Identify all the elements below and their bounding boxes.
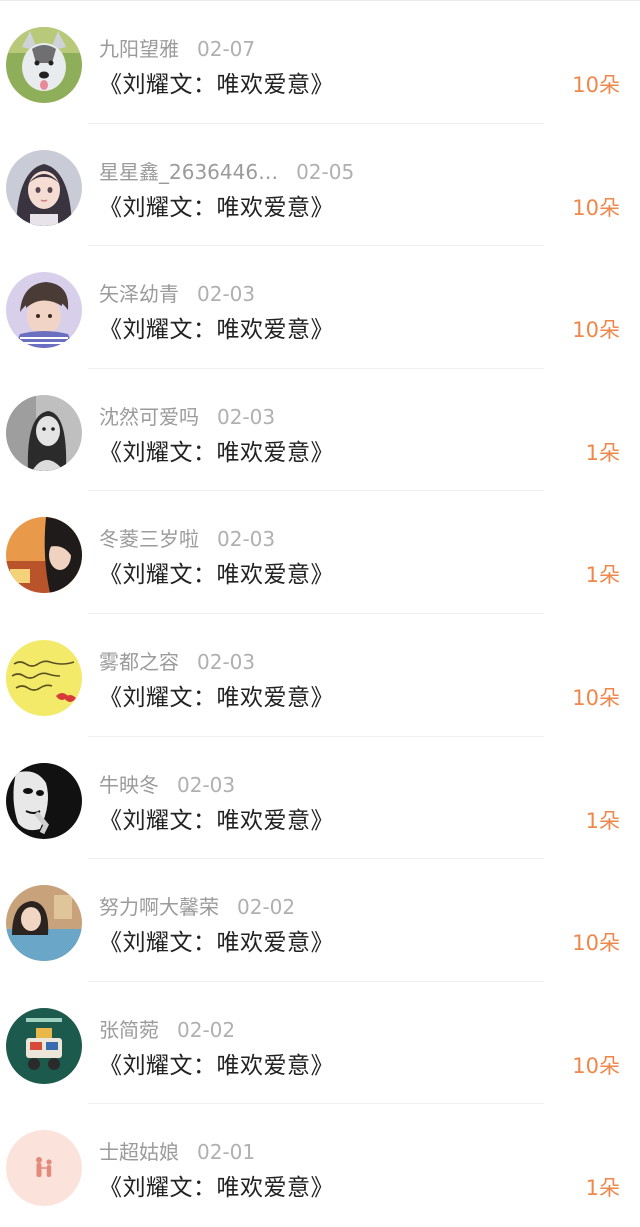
book-title[interactable]: 《刘耀文：唯欢爱意》: [99, 801, 334, 835]
user-name[interactable]: 矢泽幼青: [99, 282, 179, 306]
record-date: 02-03: [217, 404, 276, 429]
list-item[interactable]: 矢泽幼青 02-03 《刘耀文：唯欢爱意》 10朵: [0, 246, 640, 369]
list-item[interactable]: 士超姑娘 02-01 《刘耀文：唯欢爱意》 1朵: [0, 1104, 640, 1227]
green-cartoon-avatar[interactable]: [6, 1007, 82, 1084]
anime-girl-avatar[interactable]: [6, 149, 82, 226]
record-date: 02-03: [177, 772, 236, 797]
flower-count: 10朵: [572, 73, 620, 97]
book-title[interactable]: 《刘耀文：唯欢爱意》: [99, 188, 334, 222]
girl-sunset-avatar[interactable]: [6, 517, 82, 594]
book-title[interactable]: 《刘耀文：唯欢爱意》: [99, 1168, 334, 1202]
flower-count: 1朵: [585, 440, 620, 465]
flower-count: 10朵: [572, 1053, 620, 1078]
user-name[interactable]: 士超姑娘: [99, 1140, 179, 1164]
user-name[interactable]: 沈然可爱吗: [99, 405, 199, 429]
flower-count: 10朵: [572, 685, 620, 710]
list-item[interactable]: 雾都之容 02-03 《刘耀文：唯欢爱意》 10朵: [0, 614, 640, 737]
record-date: 02-07: [197, 37, 256, 61]
book-title[interactable]: 《刘耀文：唯欢爱意》: [99, 1046, 334, 1080]
book-title[interactable]: 《刘耀文：唯欢爱意》: [99, 678, 334, 712]
boy-portrait-avatar[interactable]: [6, 272, 82, 349]
book-title[interactable]: 《刘耀文：唯欢爱意》: [99, 65, 334, 99]
flower-count: 1朵: [585, 1176, 620, 1201]
list-item[interactable]: 沈然可爱吗 02-03 《刘耀文：唯欢爱意》 1朵: [0, 369, 640, 492]
book-title[interactable]: 《刘耀文：唯欢爱意》: [99, 555, 334, 589]
record-date: 02-03: [197, 649, 256, 674]
user-name[interactable]: 牛映冬: [99, 773, 159, 797]
gift-record-list: 九阳望雅 02-07 《刘耀文：唯欢爱意》 10朵 星星鑫_2636446… 02-…: [0, 0, 640, 1215]
flower-count: 1朵: [585, 808, 620, 833]
flower-count: 10朵: [572, 931, 620, 956]
list-item[interactable]: 九阳望雅 02-07 《刘耀文：唯欢爱意》 10朵: [0, 1, 640, 124]
user-name[interactable]: 张简菀: [99, 1018, 159, 1042]
book-title[interactable]: 《刘耀文：唯欢爱意》: [99, 310, 334, 344]
record-date: 02-05: [296, 159, 355, 184]
yellow-handwriting-avatar[interactable]: [6, 639, 82, 716]
record-date: 02-02: [177, 1017, 236, 1042]
husky-dog-avatar[interactable]: [6, 27, 82, 103]
book-title[interactable]: 《刘耀文：唯欢爱意》: [99, 433, 334, 467]
record-date: 02-01: [197, 1140, 256, 1165]
girl-pool-avatar[interactable]: [6, 885, 82, 962]
list-item[interactable]: 冬菱三岁啦 02-03 《刘耀文：唯欢爱意》 1朵: [0, 491, 640, 614]
list-item[interactable]: 牛映冬 02-03 《刘耀文：唯欢爱意》 1朵: [0, 737, 640, 860]
dark-mask-avatar[interactable]: [6, 762, 82, 839]
bw-girl-avatar[interactable]: [6, 394, 82, 471]
record-date: 02-03: [197, 282, 256, 307]
flower-count: 10朵: [572, 318, 620, 343]
list-item[interactable]: 张简菀 02-02 《刘耀文：唯欢爱意》 10朵: [0, 982, 640, 1105]
record-date: 02-02: [237, 895, 296, 920]
user-name[interactable]: 努力啊大馨荣: [99, 895, 219, 919]
flower-count: 10朵: [572, 195, 620, 220]
user-name[interactable]: 雾都之容: [99, 650, 179, 674]
user-name[interactable]: 冬菱三岁啦: [99, 527, 199, 551]
list-item[interactable]: 努力啊大馨荣 02-02 《刘耀文：唯欢爱意》 10朵: [0, 859, 640, 982]
book-title[interactable]: 《刘耀文：唯欢爱意》: [99, 923, 334, 957]
record-date: 02-03: [217, 527, 276, 552]
list-item[interactable]: 星星鑫_2636446… 02-05 《刘耀文：唯欢爱意》 10朵: [0, 124, 640, 247]
flower-count: 1朵: [585, 563, 620, 588]
pink-couple-avatar[interactable]: [6, 1130, 82, 1207]
user-name[interactable]: 九阳望雅: [99, 37, 179, 61]
user-name[interactable]: 星星鑫_2636446…: [99, 160, 278, 184]
